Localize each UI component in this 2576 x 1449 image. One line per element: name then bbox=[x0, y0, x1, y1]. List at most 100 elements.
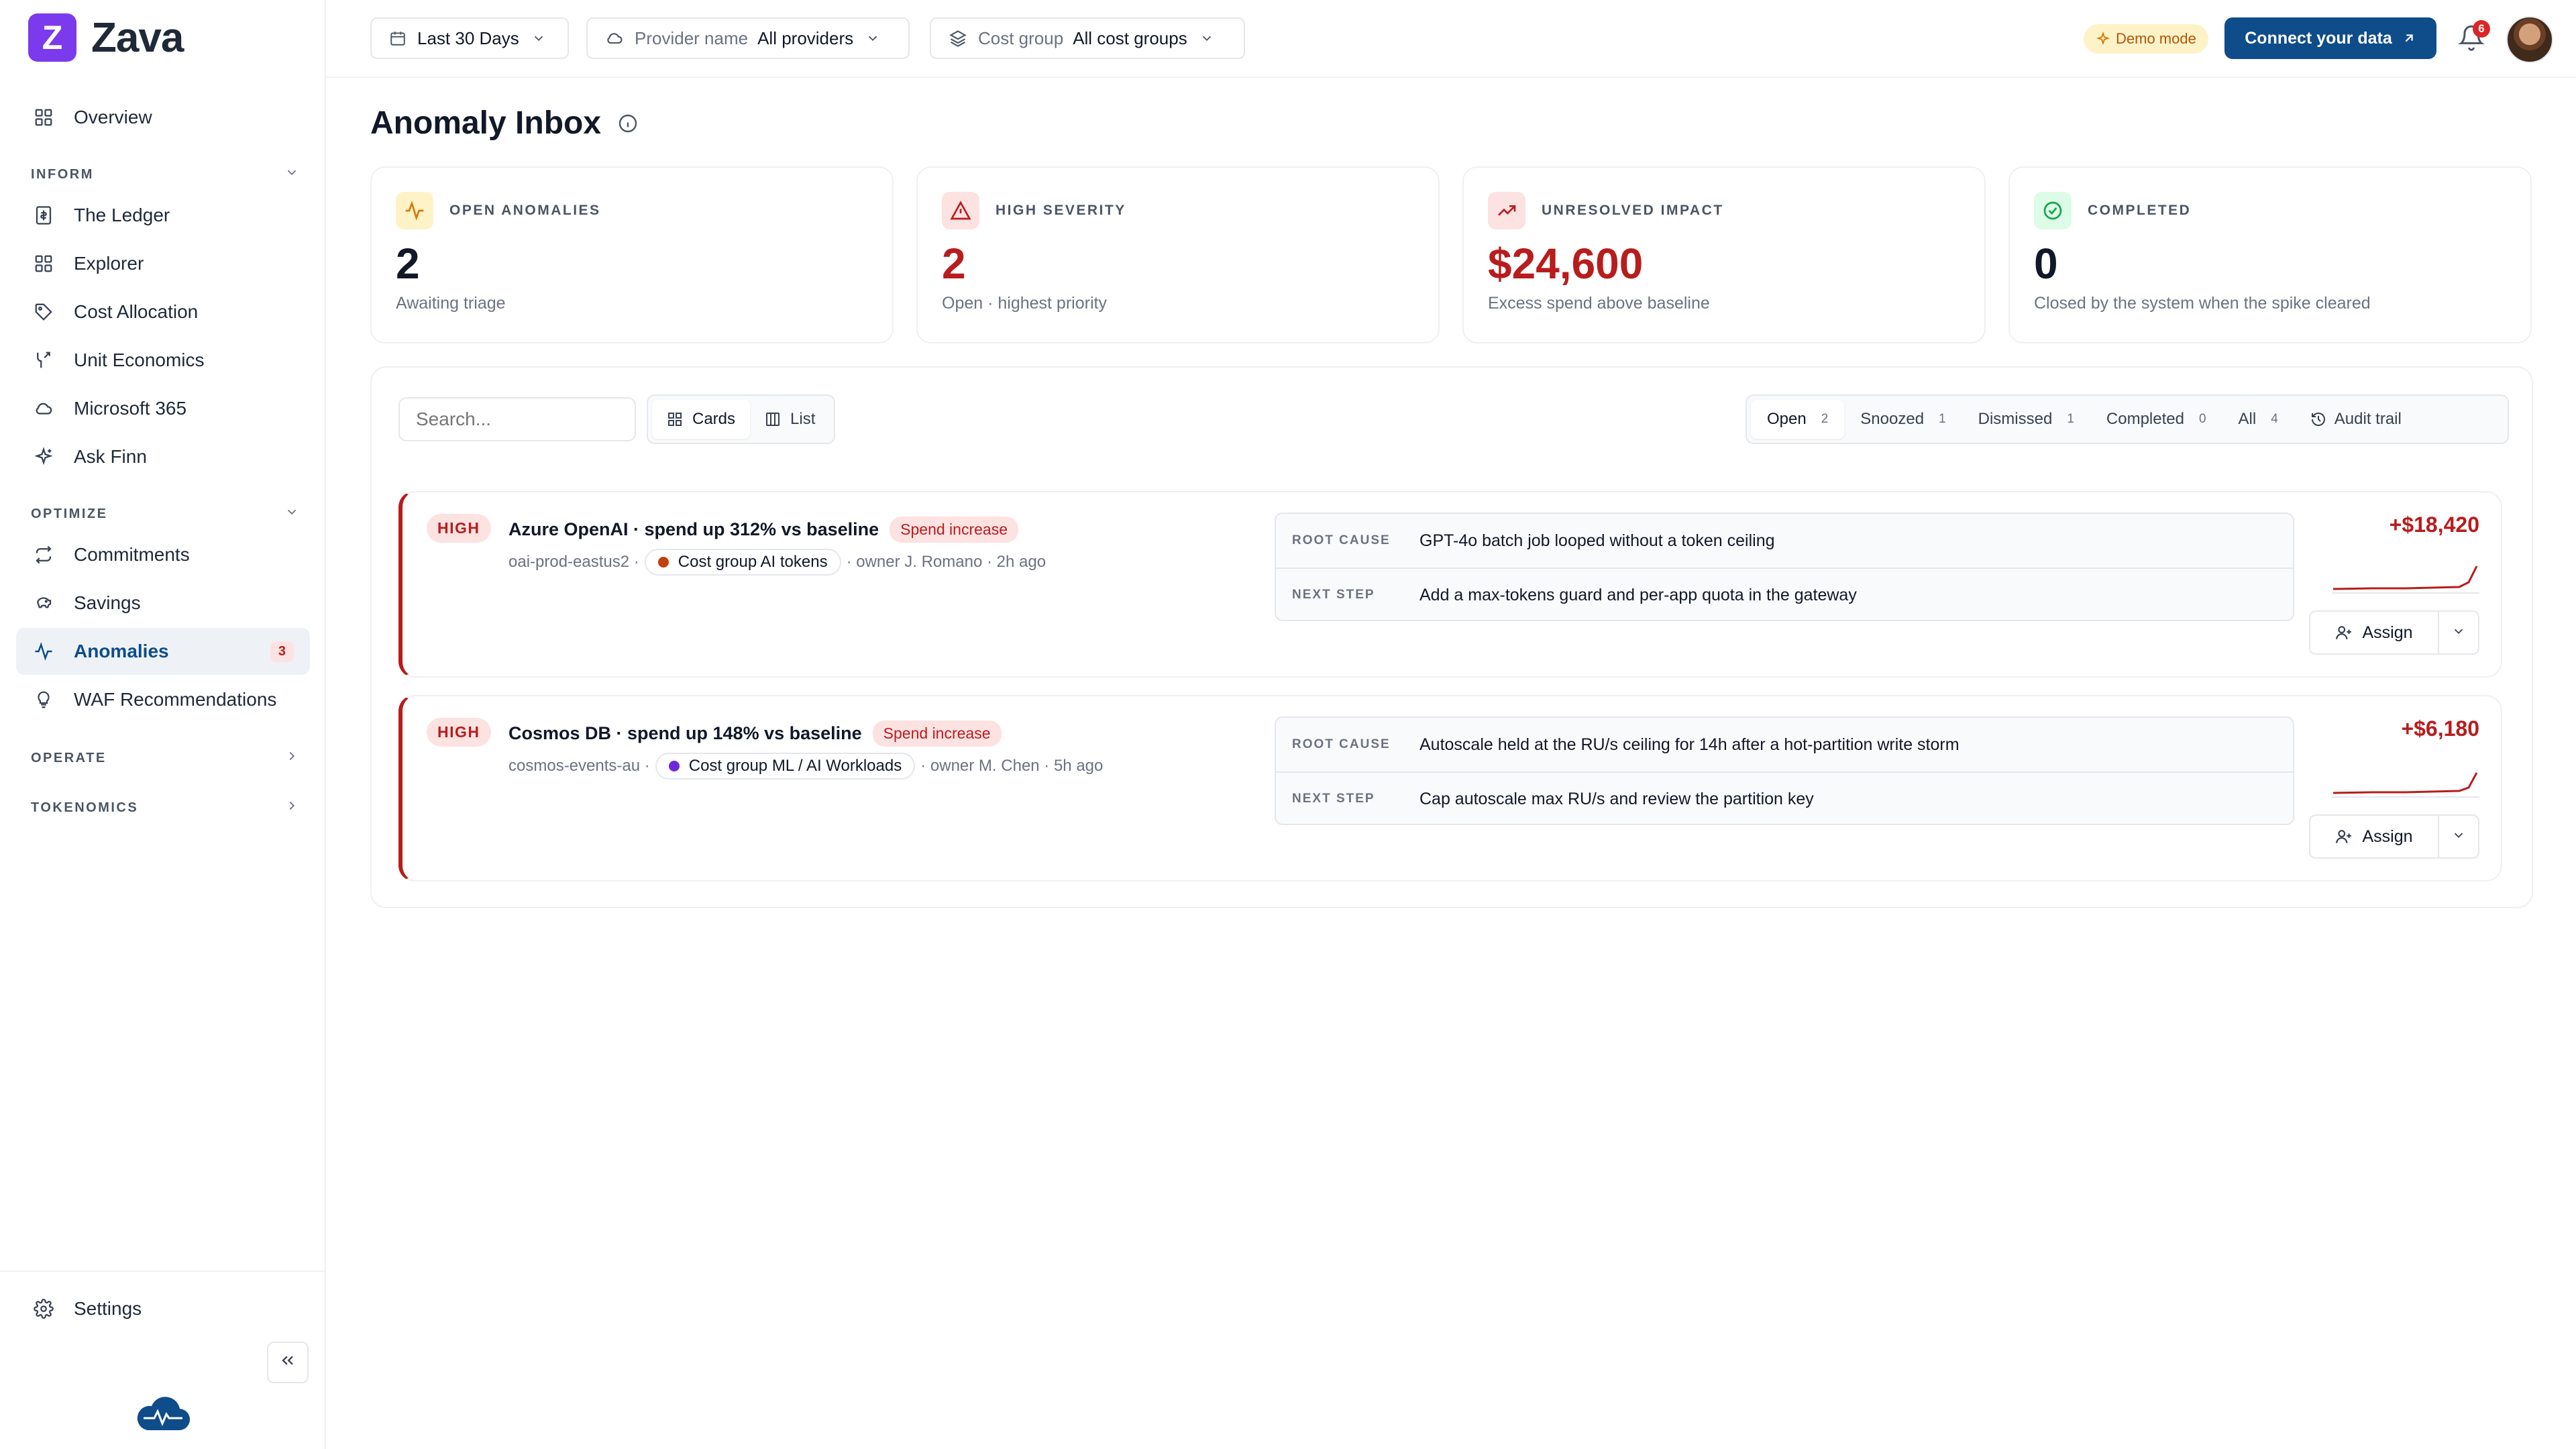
notifications-badge: 6 bbox=[2473, 20, 2490, 38]
sidebar-item-label: Savings bbox=[74, 592, 141, 613]
view-list-button[interactable]: List bbox=[750, 400, 830, 439]
app-logo[interactable]: Z Zava bbox=[28, 13, 184, 62]
check-circle-icon bbox=[2034, 192, 2072, 229]
cloud-icon bbox=[605, 29, 624, 48]
tab-all[interactable]: All 4 bbox=[2222, 400, 2294, 439]
view-cards-label: Cards bbox=[692, 410, 736, 428]
next-step-row: NEXT STEP Cap autoscale max RU/s and rev… bbox=[1276, 771, 2293, 825]
sidebar-item-waf-recommendations[interactable]: WAF Recommendations bbox=[16, 676, 310, 723]
anomaly-type-tag: Spend increase bbox=[890, 517, 1018, 543]
kpi-value: 2 bbox=[942, 239, 966, 288]
ledger-icon bbox=[32, 204, 55, 227]
anomaly-title: Azure OpenAI · spend up 312% vs baseline… bbox=[508, 517, 1018, 543]
provider-label: Provider name bbox=[635, 28, 749, 48]
view-cards-button[interactable]: Cards bbox=[652, 400, 751, 439]
view-toggle: Cards List bbox=[647, 394, 836, 444]
sidebar-item-settings[interactable]: Settings bbox=[16, 1285, 310, 1332]
app-name: Zava bbox=[91, 14, 184, 61]
assign-dropdown-button[interactable] bbox=[2438, 612, 2478, 653]
cloud-icon bbox=[32, 397, 55, 420]
assign-dropdown-button[interactable] bbox=[2438, 816, 2478, 857]
section-operate[interactable]: OPERATE bbox=[31, 749, 299, 767]
user-plus-icon bbox=[2335, 624, 2353, 641]
tab-label: Dismissed bbox=[1978, 410, 2053, 428]
sidebar-item-overview[interactable]: Overview bbox=[16, 94, 310, 141]
cost-group-dot bbox=[668, 761, 680, 771]
sidebar-item-label: Anomalies bbox=[74, 641, 169, 661]
avatar[interactable] bbox=[2506, 16, 2553, 63]
tab-count: 1 bbox=[1939, 412, 1946, 426]
collapse-sidebar-button[interactable] bbox=[267, 1342, 309, 1383]
info-icon[interactable] bbox=[617, 113, 639, 134]
sidebar-item-ask-finn[interactable]: Ask Finn bbox=[16, 433, 310, 480]
sparkle-icon bbox=[2096, 32, 2110, 46]
sidebar-item-savings[interactable]: Savings bbox=[16, 580, 310, 627]
anomaly-card[interactable]: HIGH Cosmos DB · spend up 148% vs baseli… bbox=[398, 695, 2502, 881]
sidebar: Z Zava Overview INFORM The Ledger Explor… bbox=[0, 0, 326, 1449]
grid-icon bbox=[667, 411, 683, 427]
provider-filter[interactable]: Provider name All providers bbox=[586, 17, 910, 59]
chevron-down-icon bbox=[531, 31, 546, 46]
root-cause-text: Autoscale held at the RU/s ceiling for 1… bbox=[1419, 735, 1960, 754]
grid-icon bbox=[32, 106, 55, 129]
tab-open[interactable]: Open 2 bbox=[1751, 400, 1845, 439]
tab-dismissed[interactable]: Dismissed 1 bbox=[1962, 400, 2090, 439]
kpi-high-severity: HIGH SEVERITY 2 Open · highest priority bbox=[916, 166, 1440, 343]
anomaly-card[interactable]: HIGH Azure OpenAI · spend up 312% vs bas… bbox=[398, 491, 2502, 678]
next-step-text: Add a max-tokens guard and per-app quota… bbox=[1419, 585, 1857, 604]
status-tabs: Open 2 Snoozed 1 Dismissed 1 Completed 0 All… bbox=[1746, 394, 2509, 444]
sidebar-item-microsoft-365[interactable]: Microsoft 365 bbox=[16, 385, 310, 432]
tab-label: Completed bbox=[2106, 410, 2184, 428]
view-list-label: List bbox=[790, 410, 816, 428]
date-range-filter[interactable]: Last 30 Days bbox=[370, 17, 569, 59]
chevron-down-icon bbox=[1199, 31, 1214, 46]
root-cause-label: ROOT CAUSE bbox=[1292, 737, 1391, 751]
cost-group-pill[interactable]: Cost group AI tokens bbox=[644, 549, 841, 576]
anomaly-meta: oai-prod-eastus2 · Cost group AI tokens … bbox=[508, 549, 1046, 576]
cost-group-filter[interactable]: Cost group All cost groups bbox=[930, 17, 1245, 59]
root-cause-text: GPT-4o batch job looped without a token … bbox=[1419, 531, 1775, 550]
anomaly-title: Cosmos DB · spend up 148% vs baseline Sp… bbox=[508, 720, 1002, 747]
sidebar-item-label: Overview bbox=[74, 107, 152, 127]
root-cause-row: ROOT CAUSE GPT-4o batch job looped witho… bbox=[1276, 514, 2293, 568]
assign-button[interactable]: Assign bbox=[2310, 612, 2438, 653]
root-cause-label: ROOT CAUSE bbox=[1292, 533, 1391, 547]
section-label: OPERATE bbox=[31, 750, 107, 765]
sidebar-item-label: Settings bbox=[74, 1298, 142, 1319]
columns-icon bbox=[765, 411, 781, 427]
impact-amount: +$18,420 bbox=[2389, 513, 2479, 537]
tab-completed[interactable]: Completed 0 bbox=[2090, 400, 2222, 439]
sidebar-item-ledger[interactable]: The Ledger bbox=[16, 192, 310, 239]
search-input[interactable] bbox=[398, 397, 636, 441]
sidebar-item-cost-allocation[interactable]: Cost Allocation bbox=[16, 288, 310, 335]
sidebar-item-explorer[interactable]: Explorer bbox=[16, 240, 310, 287]
sparkle-icon bbox=[32, 445, 55, 468]
sidebar-item-anomalies[interactable]: Anomalies 3 bbox=[16, 628, 310, 675]
kpi-unresolved-impact: UNRESOLVED IMPACT $24,600 Excess spend a… bbox=[1462, 166, 1986, 343]
sidebar-item-label: Cost Allocation bbox=[74, 301, 199, 322]
chevron-down-icon bbox=[284, 165, 299, 184]
section-tokenomics[interactable]: TOKENOMICS bbox=[31, 798, 299, 817]
tab-snoozed[interactable]: Snoozed 1 bbox=[1844, 400, 1962, 439]
connect-data-button[interactable]: Connect your data bbox=[2224, 17, 2436, 59]
impact-amount: +$6,180 bbox=[2401, 716, 2479, 741]
cost-group-label: Cost group bbox=[978, 28, 1064, 48]
kpi-subtitle: Excess spend above baseline bbox=[1488, 294, 1710, 313]
sidebar-item-label: The Ledger bbox=[74, 205, 170, 225]
spend-sparkline bbox=[2332, 566, 2479, 594]
audit-trail-button[interactable]: Audit trail bbox=[2294, 400, 2418, 439]
chevron-down-icon bbox=[2451, 624, 2466, 642]
section-optimize[interactable]: OPTIMIZE bbox=[31, 504, 299, 523]
cost-group-pill[interactable]: Cost group ML / AI Workloads bbox=[655, 753, 916, 780]
logo-mark: Z bbox=[28, 13, 76, 62]
chevron-down-icon bbox=[2451, 828, 2466, 846]
section-label: TOKENOMICS bbox=[31, 800, 139, 815]
root-cause-row: ROOT CAUSE Autoscale held at the RU/s ce… bbox=[1276, 718, 2293, 771]
sidebar-item-commitments[interactable]: Commitments bbox=[16, 531, 310, 578]
tab-count: 1 bbox=[2067, 412, 2074, 426]
kpi-label: OPEN ANOMALIES bbox=[449, 203, 601, 218]
sidebar-item-unit-economics[interactable]: Unit Economics bbox=[16, 337, 310, 384]
section-inform[interactable]: INFORM bbox=[31, 165, 299, 184]
demo-mode-label: Demo mode bbox=[2116, 30, 2196, 47]
assign-button[interactable]: Assign bbox=[2310, 816, 2438, 857]
